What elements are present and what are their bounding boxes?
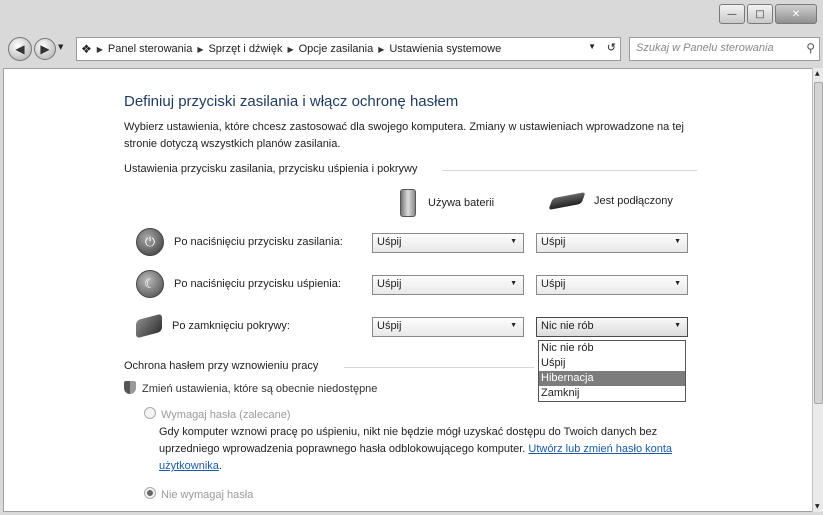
battery-icon xyxy=(400,189,416,217)
chevron-down-icon: ▼ xyxy=(510,280,517,287)
require-password-label: Wymagaj hasła (zalecane) xyxy=(161,409,291,421)
lid-close-row: Po zamknięciu pokrywy: xyxy=(136,311,290,341)
title-bar-buttons: — □ ✕ xyxy=(719,4,817,24)
no-password-radio[interactable] xyxy=(144,487,156,499)
close-button[interactable]: ✕ xyxy=(775,4,817,24)
power-button-row: ⏻ Po naciśnięciu przycisku zasilania: xyxy=(136,227,343,257)
sleep-button-icon: ☾ xyxy=(136,270,164,298)
page-title: Definiuj przyciski zasilania i włącz och… xyxy=(124,93,459,110)
minimize-button[interactable]: — xyxy=(719,4,745,24)
scroll-down-icon[interactable]: ▼ xyxy=(815,503,820,510)
sleep-button-plugged-select[interactable]: Uśpij ▼ xyxy=(536,275,688,295)
lid-close-battery-select[interactable]: Uśpij ▼ xyxy=(372,317,524,337)
group-divider xyxy=(442,170,697,171)
refresh-icon[interactable]: ↺ xyxy=(607,41,616,54)
control-panel-icon: ❖ xyxy=(81,42,92,56)
vertical-scrollbar[interactable]: ▲ ▼ xyxy=(812,68,823,512)
laptop-lid-icon xyxy=(136,313,162,339)
password-group-label: Ochrona hasłem przy wznowieniu pracy xyxy=(124,360,319,372)
uac-shield-icon xyxy=(124,381,136,394)
sleep-button-label: Po naciśnięciu przycisku uśpienia: xyxy=(174,278,341,290)
back-arrow-icon: ◀ xyxy=(15,42,25,56)
select-value: Uśpij xyxy=(541,278,566,290)
require-password-option[interactable]: Wymagaj hasła (zalecane) xyxy=(144,407,291,421)
plugged-column-header: Jest podłączony xyxy=(548,192,673,210)
search-input[interactable]: Szukaj w Panelu sterowania ⚲ xyxy=(629,37,820,61)
breadcrumb-panel-sterowania[interactable]: Panel sterowania xyxy=(108,43,192,55)
dropdown-option-hibernacja[interactable]: Hibernacja xyxy=(539,371,685,386)
chevron-down-icon: ▼ xyxy=(674,322,681,329)
select-value: Uśpij xyxy=(377,236,402,248)
battery-column-label: Używa baterii xyxy=(428,197,495,209)
chevron-down-icon: ▼ xyxy=(510,322,517,329)
forward-arrow-icon: ▶ xyxy=(40,42,50,56)
maximize-button[interactable]: □ xyxy=(747,4,773,24)
group-divider xyxy=(344,367,534,368)
breadcrumb-separator-icon: ▶ xyxy=(197,44,204,54)
dropdown-option-uspij[interactable]: Uśpij xyxy=(539,356,685,371)
breadcrumb-separator-icon: ▶ xyxy=(287,44,294,54)
plugged-column-label: Jest podłączony xyxy=(594,195,673,207)
power-button-plugged-select[interactable]: Uśpij ▼ xyxy=(536,233,688,253)
no-password-option[interactable]: Nie wymagaj hasła xyxy=(144,487,253,501)
search-placeholder: Szukaj w Panelu sterowania xyxy=(636,42,774,54)
sleep-button-battery-select[interactable]: Uśpij ▼ xyxy=(372,275,524,295)
scroll-up-icon[interactable]: ▲ xyxy=(815,70,820,77)
require-password-radio[interactable] xyxy=(144,407,156,419)
navigation-bar: ◀ ▶ ▼ ❖ ▶ Panel sterowania ▶ Sprzęt i dź… xyxy=(0,32,823,62)
address-bar[interactable]: ❖ ▶ Panel sterowania ▶ Sprzęt i dźwięk ▶… xyxy=(76,37,621,61)
chevron-down-icon: ▼ xyxy=(510,238,517,245)
scrollbar-thumb[interactable] xyxy=(814,82,823,404)
power-group-label: Ustawienia przycisku zasilania, przycisk… xyxy=(124,163,418,175)
breadcrumb-sprzet-i-dzwiek[interactable]: Sprzęt i dźwięk xyxy=(208,43,282,55)
select-value: Uśpij xyxy=(377,320,402,332)
power-button-label: Po naciśnięciu przycisku zasilania: xyxy=(174,236,343,248)
breadcrumb-ustawienia-systemowe[interactable]: Ustawienia systemowe xyxy=(389,43,501,55)
power-plug-icon xyxy=(548,192,586,210)
control-panel-window: — □ ✕ ◀ ▶ ▼ ❖ ▶ Panel sterowania ▶ Sprzę… xyxy=(0,0,823,515)
address-dropdown-icon[interactable]: ▼ xyxy=(588,42,596,51)
back-button[interactable]: ◀ xyxy=(8,37,32,61)
sleep-button-row: ☾ Po naciśnięciu przycisku uśpienia: xyxy=(136,269,341,299)
breadcrumb-opcje-zasilania[interactable]: Opcje zasilania xyxy=(299,43,374,55)
no-password-label: Nie wymagaj hasła xyxy=(161,489,254,501)
power-button-battery-select[interactable]: Uśpij ▼ xyxy=(372,233,524,253)
require-password-description: Gdy komputer wznowi pracę po uśpieniu, n… xyxy=(159,424,699,475)
recent-pages-chevron-icon[interactable]: ▼ xyxy=(58,43,63,51)
chevron-down-icon: ▼ xyxy=(674,238,681,245)
search-icon[interactable]: ⚲ xyxy=(806,41,815,55)
breadcrumb-separator-icon: ▶ xyxy=(96,44,103,54)
power-button-icon: ⏻ xyxy=(136,228,164,256)
lid-close-label: Po zamknięciu pokrywy: xyxy=(172,320,290,332)
select-value: Nic nie rób xyxy=(541,320,594,332)
change-settings-link[interactable]: Zmień ustawienia, które są obecnie niedo… xyxy=(124,381,377,395)
lid-close-dropdown-list: Nic nie rób Uśpij Hibernacja Zamknij xyxy=(538,340,686,402)
content-pane: Definiuj przyciski zasilania i włącz och… xyxy=(3,68,814,512)
battery-column-header: Używa baterii xyxy=(400,189,494,217)
select-value: Uśpij xyxy=(377,278,402,290)
lid-close-plugged-select[interactable]: Nic nie rób ▼ xyxy=(536,317,688,337)
select-value: Uśpij xyxy=(541,236,566,248)
page-description: Wybierz ustawienia, które chcesz zastoso… xyxy=(124,121,684,150)
dropdown-option-zamknij[interactable]: Zamknij xyxy=(539,386,685,401)
chevron-down-icon: ▼ xyxy=(674,280,681,287)
period: . xyxy=(218,460,222,472)
change-settings-text[interactable]: Zmień ustawienia, które są obecnie niedo… xyxy=(142,383,377,395)
dropdown-option-nic-nie-rob[interactable]: Nic nie rób xyxy=(539,341,685,356)
forward-button[interactable]: ▶ xyxy=(34,38,56,60)
breadcrumb-separator-icon: ▶ xyxy=(378,44,385,54)
